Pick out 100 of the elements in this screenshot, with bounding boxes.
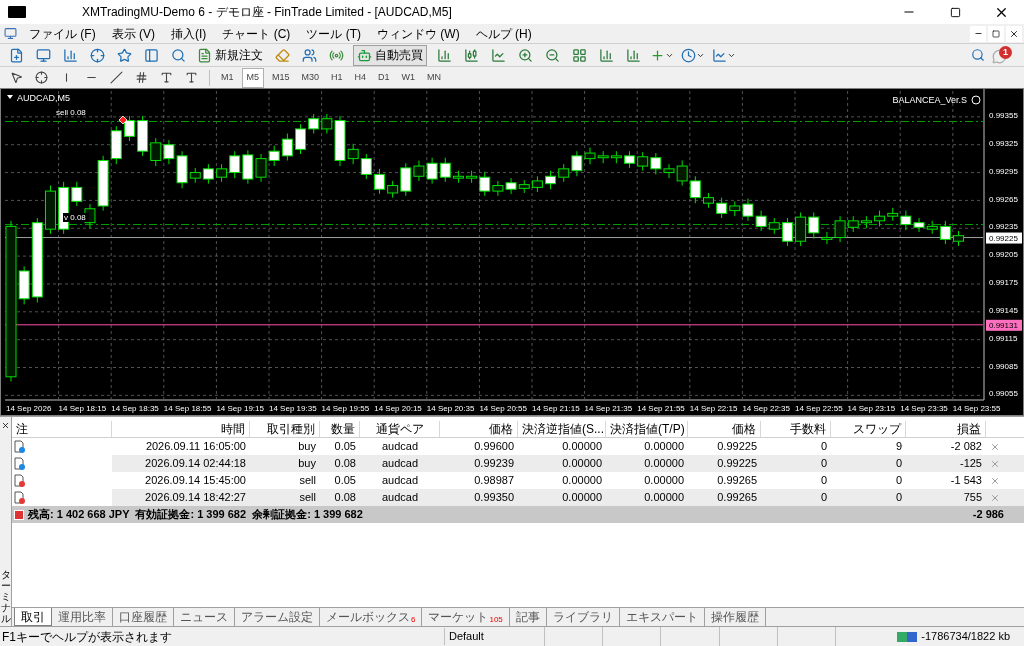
table-cell-text: 2026.09.14 15:45:00 [144, 473, 247, 489]
terminal-tab[interactable]: エキスパート [619, 608, 705, 626]
table-cell-text: 9 [894, 439, 903, 455]
column-header[interactable]: 通貨ペア [360, 421, 440, 437]
column-header[interactable]: 決済指値(T/P) [606, 421, 688, 437]
candle [268, 145, 280, 167]
table-cell-text: 0.99265 [716, 490, 758, 506]
menu-item[interactable]: 表示 (V) [103, 24, 163, 43]
table-cell-text: 0.00000 [643, 473, 685, 489]
column-header[interactable]: 損益 [906, 421, 986, 437]
table-cell-text: 0.99239 [473, 456, 515, 472]
table-cell-text: 0.00000 [561, 456, 603, 472]
time-label: 14 Sep 21:35 [584, 404, 633, 413]
grid-icon [571, 47, 587, 63]
table-cell-text: 0.99225 [716, 456, 758, 472]
candle [360, 153, 372, 180]
timeframe-button[interactable]: D1 [374, 67, 394, 88]
table-cell-text: sell [298, 490, 317, 506]
price-label: 0.99235 [989, 222, 1018, 232]
column-header[interactable]: 注 [12, 421, 112, 437]
timeframe-button[interactable]: H4 [350, 67, 371, 88]
terminal-tab[interactable]: ニュース [174, 608, 235, 626]
column-header[interactable]: 価格 [440, 421, 518, 437]
minimize-button[interactable] [970, 25, 986, 42]
table-cell-text: audcad [380, 439, 420, 455]
dropdown-icon[interactable] [7, 95, 13, 99]
table-cell-text: audcad [380, 456, 420, 472]
terminal-tab[interactable]: 口座履歴 [113, 608, 174, 626]
bar-chart-icon [625, 47, 641, 63]
candle [150, 137, 162, 167]
toolbar-button[interactable] [712, 47, 736, 63]
column-header[interactable]: 価格 [688, 421, 761, 437]
column-header[interactable]: スワップ [831, 421, 906, 437]
cursor-icon [10, 71, 23, 84]
plus-icon [650, 47, 665, 63]
menu-item[interactable]: チャート (C) [214, 24, 299, 43]
column-header[interactable]: 手数料 [761, 421, 831, 437]
column-header[interactable]: 数量 [320, 421, 360, 437]
timeframe-button[interactable]: MN [423, 67, 446, 88]
time-label: 14 Sep 18:15 [58, 404, 107, 413]
status-profile: Default [444, 628, 544, 645]
terminal-tab[interactable]: 記事 [509, 608, 547, 626]
terminal-tab[interactable]: 運用比率 [52, 608, 113, 626]
timeframe-button[interactable]: M15 [268, 67, 294, 88]
new-chart-icon [8, 47, 24, 63]
terminal-tab[interactable]: ライブラリ [546, 608, 620, 626]
bar-chart-icon [62, 47, 78, 63]
table-cell-text: -1 543 [949, 473, 983, 489]
search-icon[interactable] [971, 48, 985, 62]
candle [137, 115, 149, 157]
toolbar-button[interactable] [681, 47, 705, 63]
terminal-tab[interactable]: アラーム設定 [235, 608, 320, 626]
candle [637, 151, 649, 172]
timeframe-button[interactable]: M1 [217, 67, 238, 88]
robot-icon [357, 47, 372, 63]
timeframe-button[interactable]: M5 [241, 67, 265, 88]
time-label: 14 Sep 23:15 [847, 404, 896, 413]
magnifier-icon [170, 47, 186, 63]
channel-icon [135, 71, 148, 84]
connection-icon [897, 631, 918, 642]
candle [545, 170, 557, 190]
total-profit: -2 986 [972, 507, 1004, 523]
price-label: 0.99355 [989, 110, 1018, 120]
column-header[interactable]: 取引種別 [250, 421, 320, 437]
restore-icon [992, 29, 1000, 38]
menu-item[interactable]: ファイル (F) [21, 24, 104, 43]
time-label: 14 Sep 22:35 [742, 404, 790, 413]
close-button[interactable] [1006, 25, 1022, 42]
menu-item[interactable]: ツール (T) [298, 24, 369, 43]
candle [913, 217, 925, 233]
column-header[interactable]: 時間 [112, 421, 250, 437]
menu-item[interactable]: ヘルプ (H) [467, 24, 540, 43]
price-label: 0.99325 [989, 138, 1018, 148]
menu-item[interactable]: ウィンドウ (W) [369, 24, 468, 43]
candle [953, 230, 964, 247]
menu-item[interactable]: 挿入(I) [163, 24, 215, 43]
time-label: 14 Sep 23:55 [952, 404, 1001, 413]
table-cell-text: 755 [962, 490, 983, 506]
terminal-tab[interactable]: 取引 [14, 608, 52, 626]
table-cell-text: 0.99600 [473, 439, 515, 455]
timeframe-button[interactable]: M30 [297, 67, 324, 88]
candle [689, 175, 701, 204]
timeframe-button[interactable]: W1 [397, 67, 420, 88]
terminal-tab[interactable]: マーケット 105 [422, 608, 510, 626]
column-header[interactable]: 決済逆指値(S... [518, 421, 606, 437]
time-label: 14 Sep 19:55 [321, 404, 370, 413]
alert-price-tag: 0.99131 [986, 319, 1022, 331]
table-cell-text: 0.00000 [561, 490, 603, 506]
table-cell-text: 0.00000 [643, 490, 685, 506]
table-cell-text: 0 [894, 473, 903, 489]
close-icon[interactable] [1, 421, 10, 430]
toolbar-button[interactable] [650, 47, 674, 63]
time-label: 14 Sep 22:55 [795, 404, 843, 413]
candle [860, 215, 872, 229]
auto-trading-button[interactable]: 自動売買 [353, 44, 427, 66]
timeframe-button[interactable]: H1 [327, 67, 347, 88]
new-order-button[interactable]: 新規注文 [195, 45, 265, 65]
terminal-tab[interactable]: メールボックス 6 [320, 608, 423, 626]
terminal-tab[interactable]: 操作履歴 [704, 608, 766, 626]
chat-icon[interactable] [992, 49, 1007, 64]
